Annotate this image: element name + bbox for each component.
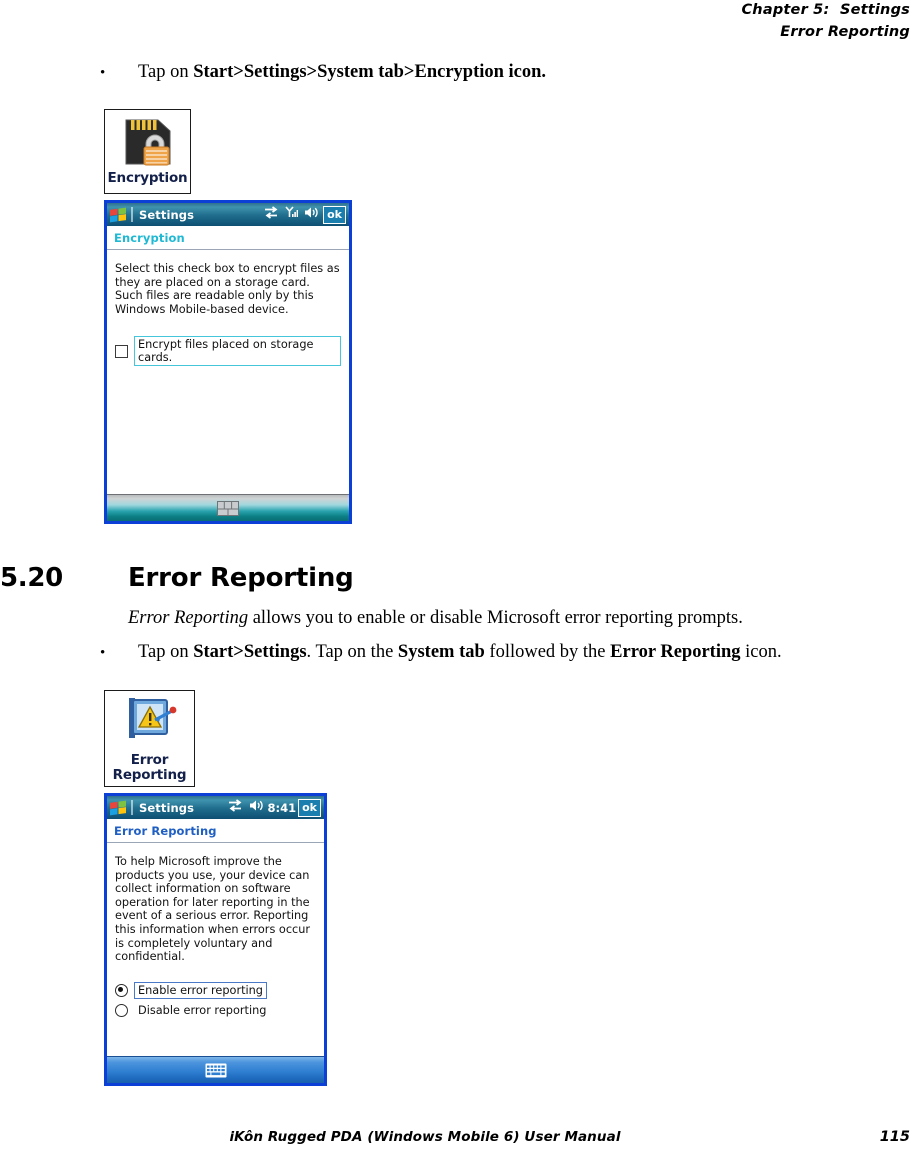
bullet-text-bold: Start>Settings>System tab>Encryption ico… — [193, 62, 547, 82]
bullet-marker: • — [100, 645, 106, 661]
radio-button-icon-disable[interactable] — [115, 1003, 128, 1017]
encrypt-files-checkbox-row[interactable]: Encrypt files placed on storage cards. — [115, 336, 341, 367]
bullet-text-plain: Tap on — [138, 62, 194, 82]
device-subtitle: Encryption — [114, 230, 185, 245]
bullet2-p2: . Tap on the — [306, 642, 398, 662]
connectivity-icon[interactable] — [264, 205, 279, 224]
ok-button[interactable]: ok — [323, 205, 346, 224]
device-clock: 8:41 — [267, 800, 297, 815]
bullet2-b1: Start>Settings — [193, 642, 307, 662]
encrypt-files-checkbox-label[interactable]: Encrypt files placed on storage cards. — [134, 336, 341, 367]
app-icon-tile-error-reporting[interactable]: Error Reporting — [104, 690, 195, 787]
section-intro-rest: allows you to enable or disable Microsof… — [248, 608, 743, 628]
disable-error-reporting-radio-row[interactable]: Disable error reporting — [115, 1002, 316, 1019]
bullet2-b3: Error Reporting — [610, 642, 741, 662]
running-head-chapter: Chapter 5: Settings — [741, 2, 910, 18]
device-screenshot-encryption: Settings ok Encryption Select this check… — [104, 200, 352, 524]
device-titlebar-title: Settings — [139, 800, 195, 815]
volume-icon[interactable] — [304, 206, 318, 224]
device-screen-body: Select this check box to encrypt files a… — [107, 250, 349, 494]
bullet-text: Tap on Start>Settings. Tap on the System… — [138, 640, 910, 664]
disable-error-reporting-label[interactable]: Disable error reporting — [134, 1002, 270, 1019]
device-subtitle: Error Reporting — [114, 823, 217, 838]
encryption-description: Select this check box to encrypt files a… — [115, 262, 340, 316]
footer-page-number: 115 — [879, 1129, 910, 1145]
device-subtitle-bar: Error Reporting — [107, 819, 324, 843]
bullet2-p1: Tap on — [138, 642, 194, 662]
app-icon-label-line2: Reporting — [112, 767, 187, 783]
bullet-marker: • — [100, 65, 106, 81]
device-taskbar — [107, 494, 349, 521]
section-number: 5.20 — [0, 563, 63, 593]
titlebar-status-icons — [228, 798, 263, 817]
page-footer: iKôn Rugged PDA (Windows Mobile 6) User … — [0, 1129, 910, 1149]
section-heading: 5.20 Error Reporting — [0, 563, 354, 593]
bullet2-b2: System tab — [397, 642, 485, 662]
device-titlebar-title: Settings — [139, 207, 195, 222]
bullet-text: Tap on Start>Settings>System tab>Encrypt… — [138, 60, 800, 84]
sip-keyboard-icon[interactable] — [205, 1063, 227, 1078]
bullet2-p4: icon. — [740, 642, 782, 662]
device-subtitle-bar: Encryption — [107, 226, 349, 250]
windows-flag-icon[interactable] — [109, 207, 128, 223]
device-titlebar: Settings ok — [107, 203, 349, 226]
sd-card-lock-icon — [120, 118, 176, 171]
device-taskbar — [107, 1056, 324, 1083]
titlebar-divider — [131, 207, 133, 222]
windows-flag-icon[interactable] — [109, 800, 128, 816]
radio-button-icon-enable[interactable] — [115, 983, 128, 997]
page-running-head: Chapter 5: Settings Error Reporting — [410, 0, 910, 42]
error-reporting-description: To help Microsoft improve the products y… — [115, 855, 311, 964]
running-head-section: Error Reporting — [780, 24, 910, 40]
titlebar-divider — [131, 800, 133, 815]
checkbox-icon[interactable] — [115, 344, 128, 358]
device-titlebar: Settings 8:41 ok — [107, 796, 324, 819]
bullet-item-encryption-path: • Tap on Start>Settings>System tab>Encry… — [100, 60, 800, 85]
sip-keyboard-icon[interactable] — [217, 500, 239, 516]
signal-strength-icon[interactable] — [285, 205, 299, 224]
section-intro-paragraph: Error Reporting allows you to enable or … — [128, 606, 743, 630]
device-screenshot-error-reporting: Settings 8:41 ok Error Reporting To help — [104, 793, 327, 1086]
titlebar-status-icons — [264, 205, 318, 224]
app-icon-label: Encryption — [107, 169, 188, 186]
bullet-item-error-reporting-path: • Tap on Start>Settings. Tap on the Syst… — [100, 640, 910, 665]
ok-button[interactable]: ok — [298, 798, 321, 817]
connectivity-icon[interactable] — [228, 798, 243, 817]
device-screen-body: To help Microsoft improve the products y… — [107, 843, 324, 1056]
section-intro-emphasis: Error Reporting — [128, 608, 249, 628]
error-reporting-icon — [121, 694, 179, 751]
volume-icon[interactable] — [249, 799, 263, 817]
enable-error-reporting-radio-row[interactable]: Enable error reporting — [115, 981, 316, 999]
section-title: Error Reporting — [128, 563, 354, 593]
app-icon-tile-encryption[interactable]: Encryption — [104, 109, 191, 194]
footer-manual-title: iKôn Rugged PDA (Windows Mobile 6) User … — [229, 1129, 621, 1145]
bullet2-p3: followed by the — [484, 642, 611, 662]
enable-error-reporting-label[interactable]: Enable error reporting — [134, 981, 267, 999]
app-icon-label-line1: Error — [130, 752, 169, 768]
